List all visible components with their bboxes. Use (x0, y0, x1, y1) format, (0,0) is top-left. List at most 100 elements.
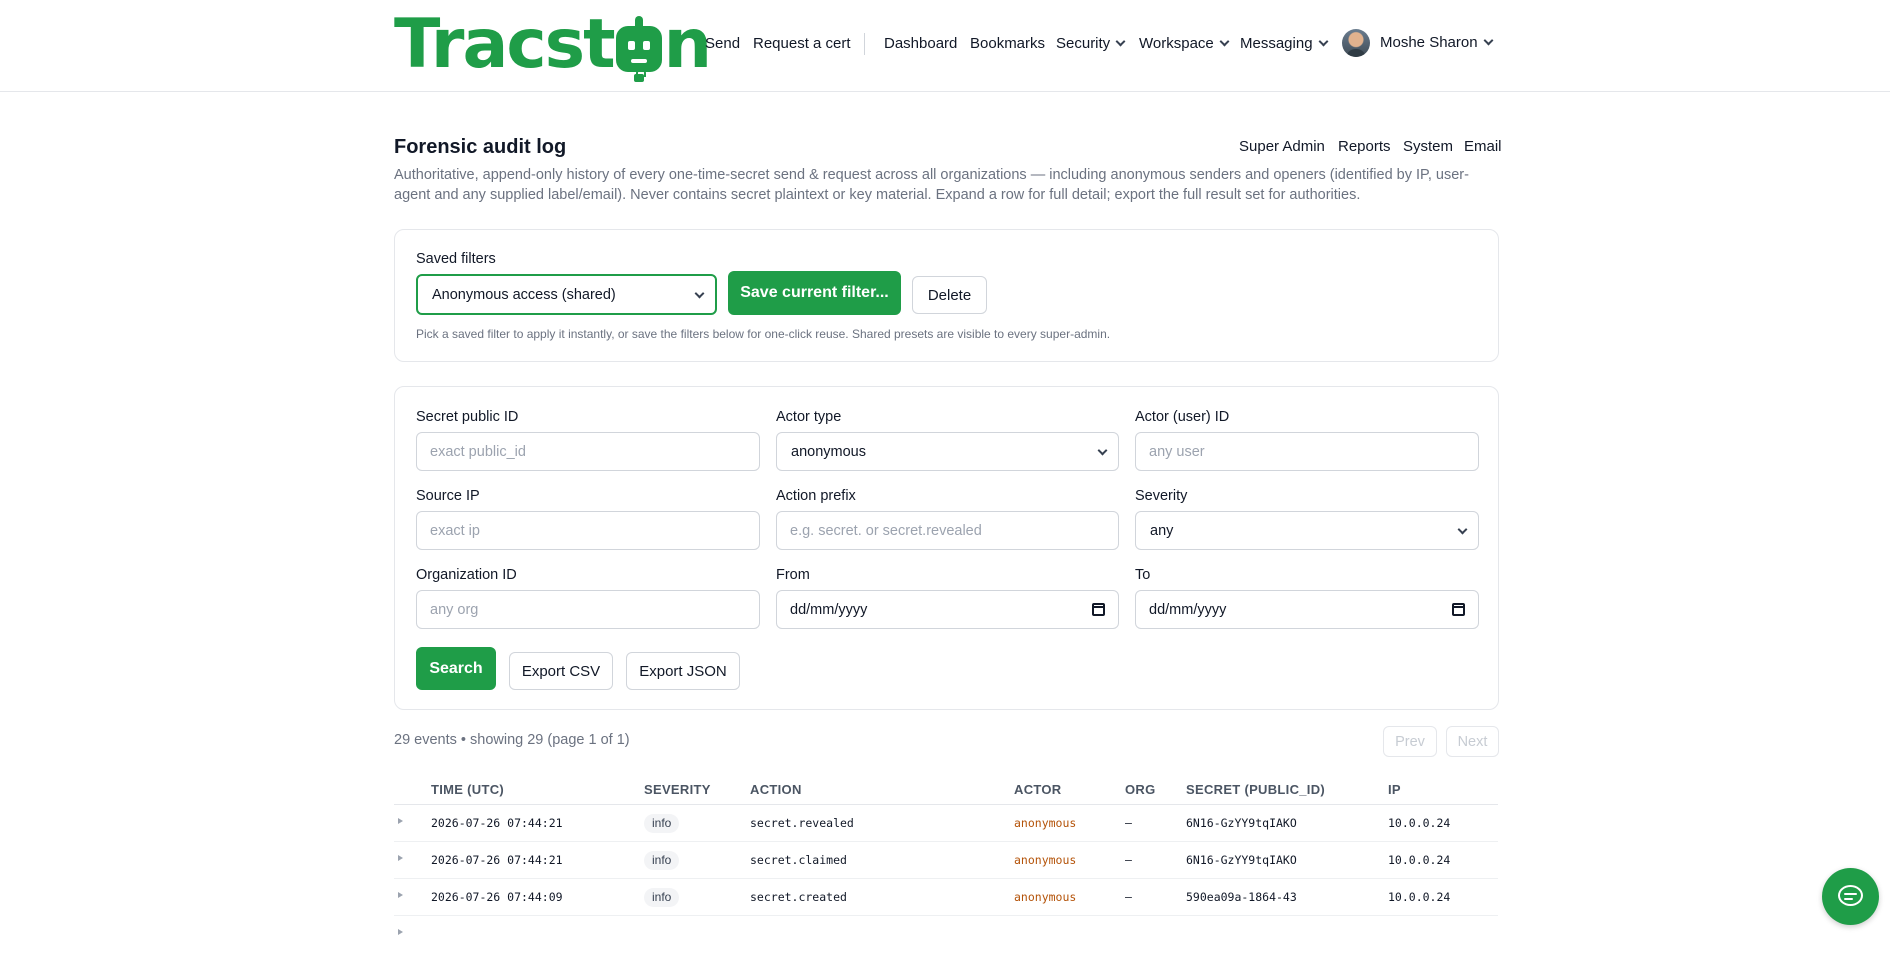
column-time[interactable]: TIME (UTC) (431, 782, 504, 797)
export-json-button[interactable]: Export JSON (626, 652, 740, 690)
nav-security-menu[interactable]: Security (1056, 33, 1126, 55)
cell-secret: 6N16-GzYY9tqIAKO (1186, 816, 1297, 830)
cell-secret: 590ea09a-1864-43 (1186, 890, 1297, 904)
nav-workspace-label: Workspace (1139, 35, 1214, 52)
from-date-label: From (776, 567, 810, 583)
nav-bookmarks[interactable]: Bookmarks (970, 33, 1045, 55)
source-ip-input[interactable] (416, 511, 760, 550)
expand-caret-icon[interactable] (398, 818, 403, 824)
to-date-label: To (1135, 567, 1151, 583)
chevron-down-icon (1457, 524, 1468, 535)
actor-type-label: Actor type (776, 409, 842, 425)
cell-actor: anonymous (1014, 853, 1077, 867)
action-prefix-label: Action prefix (776, 488, 856, 504)
column-org[interactable]: ORG (1125, 782, 1156, 797)
cell-actor: anonymous (1014, 890, 1077, 904)
nav-messaging-label: Messaging (1240, 35, 1313, 52)
severity-badge: info (644, 851, 680, 870)
nav-security-label: Security (1056, 35, 1111, 52)
column-severity[interactable]: SEVERITY (644, 782, 711, 797)
cell-time: 2026-07-26 07:44:21 (431, 853, 563, 867)
search-filters-card: Secret public ID Actor type anonymous Ac… (394, 386, 1499, 710)
cell-actor: anonymous (1014, 816, 1077, 830)
next-page-button[interactable]: Next (1446, 726, 1499, 757)
calendar-icon[interactable] (1452, 603, 1465, 616)
table-row[interactable]: 2026-07-26 07:44:09 info secret.created … (394, 879, 1498, 916)
cell-action: secret.claimed (750, 853, 847, 867)
from-date-input[interactable]: dd/mm/yyyy (776, 590, 1119, 629)
chat-button[interactable] (1822, 868, 1879, 925)
prev-page-button[interactable]: Prev (1383, 726, 1437, 757)
user-menu[interactable]: Moshe Sharon (1380, 32, 1494, 54)
delete-filter-button[interactable]: Delete (912, 276, 987, 314)
severity-label: Severity (1135, 488, 1188, 504)
link-super-admin[interactable]: Super Admin (1239, 138, 1325, 155)
nav-send[interactable]: Send (705, 33, 740, 55)
results-summary: 29 events • showing 29 (page 1 of 1) (394, 732, 630, 748)
nav-messaging-menu[interactable]: Messaging (1240, 33, 1328, 55)
severity-badge: info (644, 814, 680, 833)
cell-time: 2026-07-26 07:44:09 (431, 890, 563, 904)
lock-icon (634, 69, 646, 82)
chevron-down-icon (1115, 36, 1126, 47)
actor-user-id-label: Actor (user) ID (1135, 409, 1230, 425)
link-email[interactable]: Email (1464, 138, 1502, 155)
severity-badge: info (644, 888, 680, 907)
robot-logo-icon (615, 16, 662, 72)
column-action[interactable]: ACTION (750, 782, 802, 797)
saved-filters-card: Saved filters Anonymous access (shared) … (394, 229, 1499, 362)
from-date-value: dd/mm/yyyy (790, 601, 868, 618)
nav-dashboard[interactable]: Dashboard (884, 33, 957, 55)
severity-value: any (1150, 522, 1174, 539)
table-row[interactable]: 2026-07-26 07:44:21 info secret.revealed… (394, 805, 1498, 842)
expand-caret-icon[interactable] (398, 892, 403, 898)
export-csv-button[interactable]: Export CSV (509, 652, 613, 690)
calendar-icon[interactable] (1092, 603, 1105, 616)
table-row[interactable]: 2026-07-26 07:44:21 info secret.claimed … (394, 842, 1498, 879)
to-date-input[interactable]: dd/mm/yyyy (1135, 590, 1479, 629)
cell-time: 2026-07-26 07:44:21 (431, 816, 563, 830)
cell-action: secret.created (750, 890, 847, 904)
nav-workspace-menu[interactable]: Workspace (1139, 33, 1230, 55)
table-row-partial[interactable] (394, 916, 1498, 953)
cell-ip: 10.0.0.24 (1388, 853, 1451, 867)
cell-org: — (1125, 890, 1132, 904)
organization-id-input[interactable] (416, 590, 760, 629)
cell-ip: 10.0.0.24 (1388, 890, 1451, 904)
column-secret[interactable]: SECRET (PUBLIC_ID) (1186, 782, 1325, 797)
cell-action: secret.revealed (750, 816, 854, 830)
actor-type-select[interactable]: anonymous (776, 432, 1119, 471)
saved-filters-label: Saved filters (416, 251, 496, 267)
expand-caret-icon[interactable] (398, 855, 403, 861)
chevron-down-icon (1219, 36, 1230, 47)
audit-table-header: TIME (UTC) SEVERITY ACTION ACTOR ORG SEC… (394, 778, 1498, 805)
chevron-down-icon (694, 288, 705, 299)
search-button[interactable]: Search (416, 647, 496, 690)
column-ip[interactable]: IP (1388, 782, 1401, 797)
cell-secret: 6N16-GzYY9tqIAKO (1186, 853, 1297, 867)
nav-divider (864, 33, 865, 55)
chat-icon (1838, 885, 1863, 906)
logo-text: Tracst n (394, 5, 712, 84)
link-reports[interactable]: Reports (1338, 138, 1391, 155)
top-navigation-bar: Tracst n Send Request a cert Dashboard Bo… (0, 0, 1890, 92)
chevron-down-icon (1318, 36, 1328, 47)
secret-public-id-input[interactable] (416, 432, 760, 471)
tracston-logo[interactable]: Tracst n (394, 8, 712, 82)
action-prefix-input[interactable] (776, 511, 1119, 550)
saved-filters-hint: Pick a saved filter to apply it instantl… (416, 327, 1111, 341)
secret-public-id-label: Secret public ID (416, 409, 519, 425)
cell-org: — (1125, 853, 1132, 867)
saved-filters-select[interactable]: Anonymous access (shared) (416, 274, 717, 315)
source-ip-label: Source IP (416, 488, 480, 504)
link-system[interactable]: System (1403, 138, 1453, 155)
chevron-down-icon (1483, 35, 1494, 46)
severity-select[interactable]: any (1135, 511, 1479, 550)
user-avatar[interactable] (1342, 29, 1370, 57)
actor-type-value: anonymous (791, 443, 866, 460)
cell-org: — (1125, 816, 1132, 830)
column-actor[interactable]: ACTOR (1014, 782, 1061, 797)
save-current-filter-button[interactable]: Save current filter... (728, 271, 901, 315)
nav-request-cert[interactable]: Request a cert (753, 33, 851, 55)
actor-user-id-input[interactable] (1135, 432, 1479, 471)
